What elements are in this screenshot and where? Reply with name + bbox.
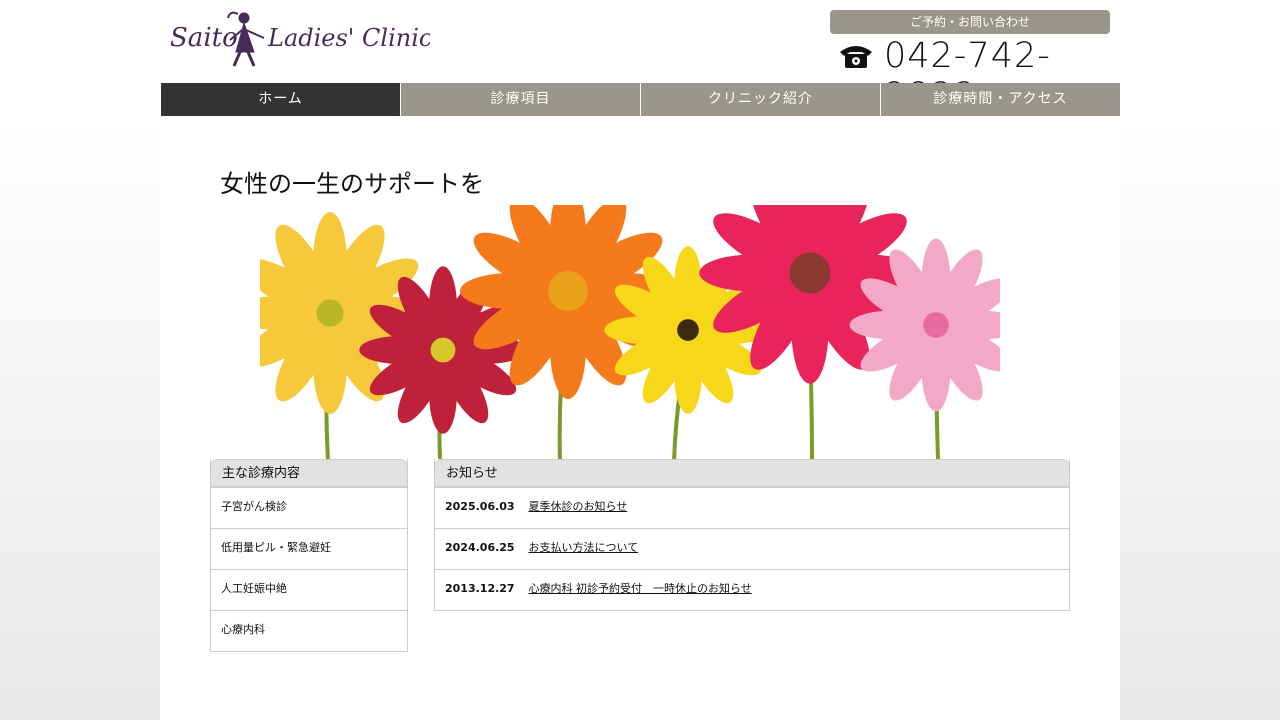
service-item[interactable]: 子宮がん検診 <box>211 487 407 528</box>
flowers-hero-image <box>260 205 1000 461</box>
service-item[interactable]: 心療内科 <box>211 610 407 651</box>
page: Saito Ladies' Clinic ご予約・お問い合わせ 042-742-… <box>160 0 1120 720</box>
main-nav: ホーム 診療項目 クリニック紹介 診療時間・アクセス <box>161 83 1120 116</box>
nav-services[interactable]: 診療項目 <box>400 83 640 116</box>
news-link[interactable]: 心療内科 初診予約受付 一時休止のお知らせ <box>529 582 752 595</box>
logo-text-ladies: Ladies' Clinic <box>267 24 430 52</box>
nav-clinic-intro[interactable]: クリニック紹介 <box>640 83 880 116</box>
nav-home[interactable]: ホーム <box>161 83 400 116</box>
news-link[interactable]: お支払い方法について <box>529 541 639 554</box>
phone-block[interactable]: 042-742-2822 <box>838 36 1118 116</box>
news-item: 2013.12.27 心療内科 初診予約受付 一時休止のお知らせ <box>435 569 1069 610</box>
services-box: 主な診療内容 子宮がん検診 低用量ピル・緊急避妊 人工妊娠中絶 心療内科 <box>210 459 408 652</box>
contact-label[interactable]: ご予約・お問い合わせ <box>830 10 1110 34</box>
news-box: お知らせ 2025.06.03 夏季休診のお知らせ 2024.06.25 お支払… <box>434 459 1070 611</box>
logo-text-saito: Saito <box>170 23 238 53</box>
service-item[interactable]: 人工妊娠中絶 <box>211 569 407 610</box>
news-item: 2025.06.03 夏季休診のお知らせ <box>435 487 1069 528</box>
hero-title: 女性の一生のサポートを <box>220 170 484 198</box>
news-heading: お知らせ <box>434 459 1070 487</box>
clinic-logo[interactable]: Saito Ladies' Clinic <box>168 8 430 68</box>
services-heading: 主な診療内容 <box>210 459 408 487</box>
news-link[interactable]: 夏季休診のお知らせ <box>529 500 628 513</box>
news-date: 2025.06.03 <box>445 500 515 513</box>
news-date: 2013.12.27 <box>445 582 515 595</box>
news-date: 2024.06.25 <box>445 541 515 554</box>
telephone-icon <box>840 46 872 68</box>
service-item[interactable]: 低用量ピル・緊急避妊 <box>211 528 407 569</box>
nav-hours-access[interactable]: 診療時間・アクセス <box>880 83 1120 116</box>
news-item: 2024.06.25 お支払い方法について <box>435 528 1069 569</box>
